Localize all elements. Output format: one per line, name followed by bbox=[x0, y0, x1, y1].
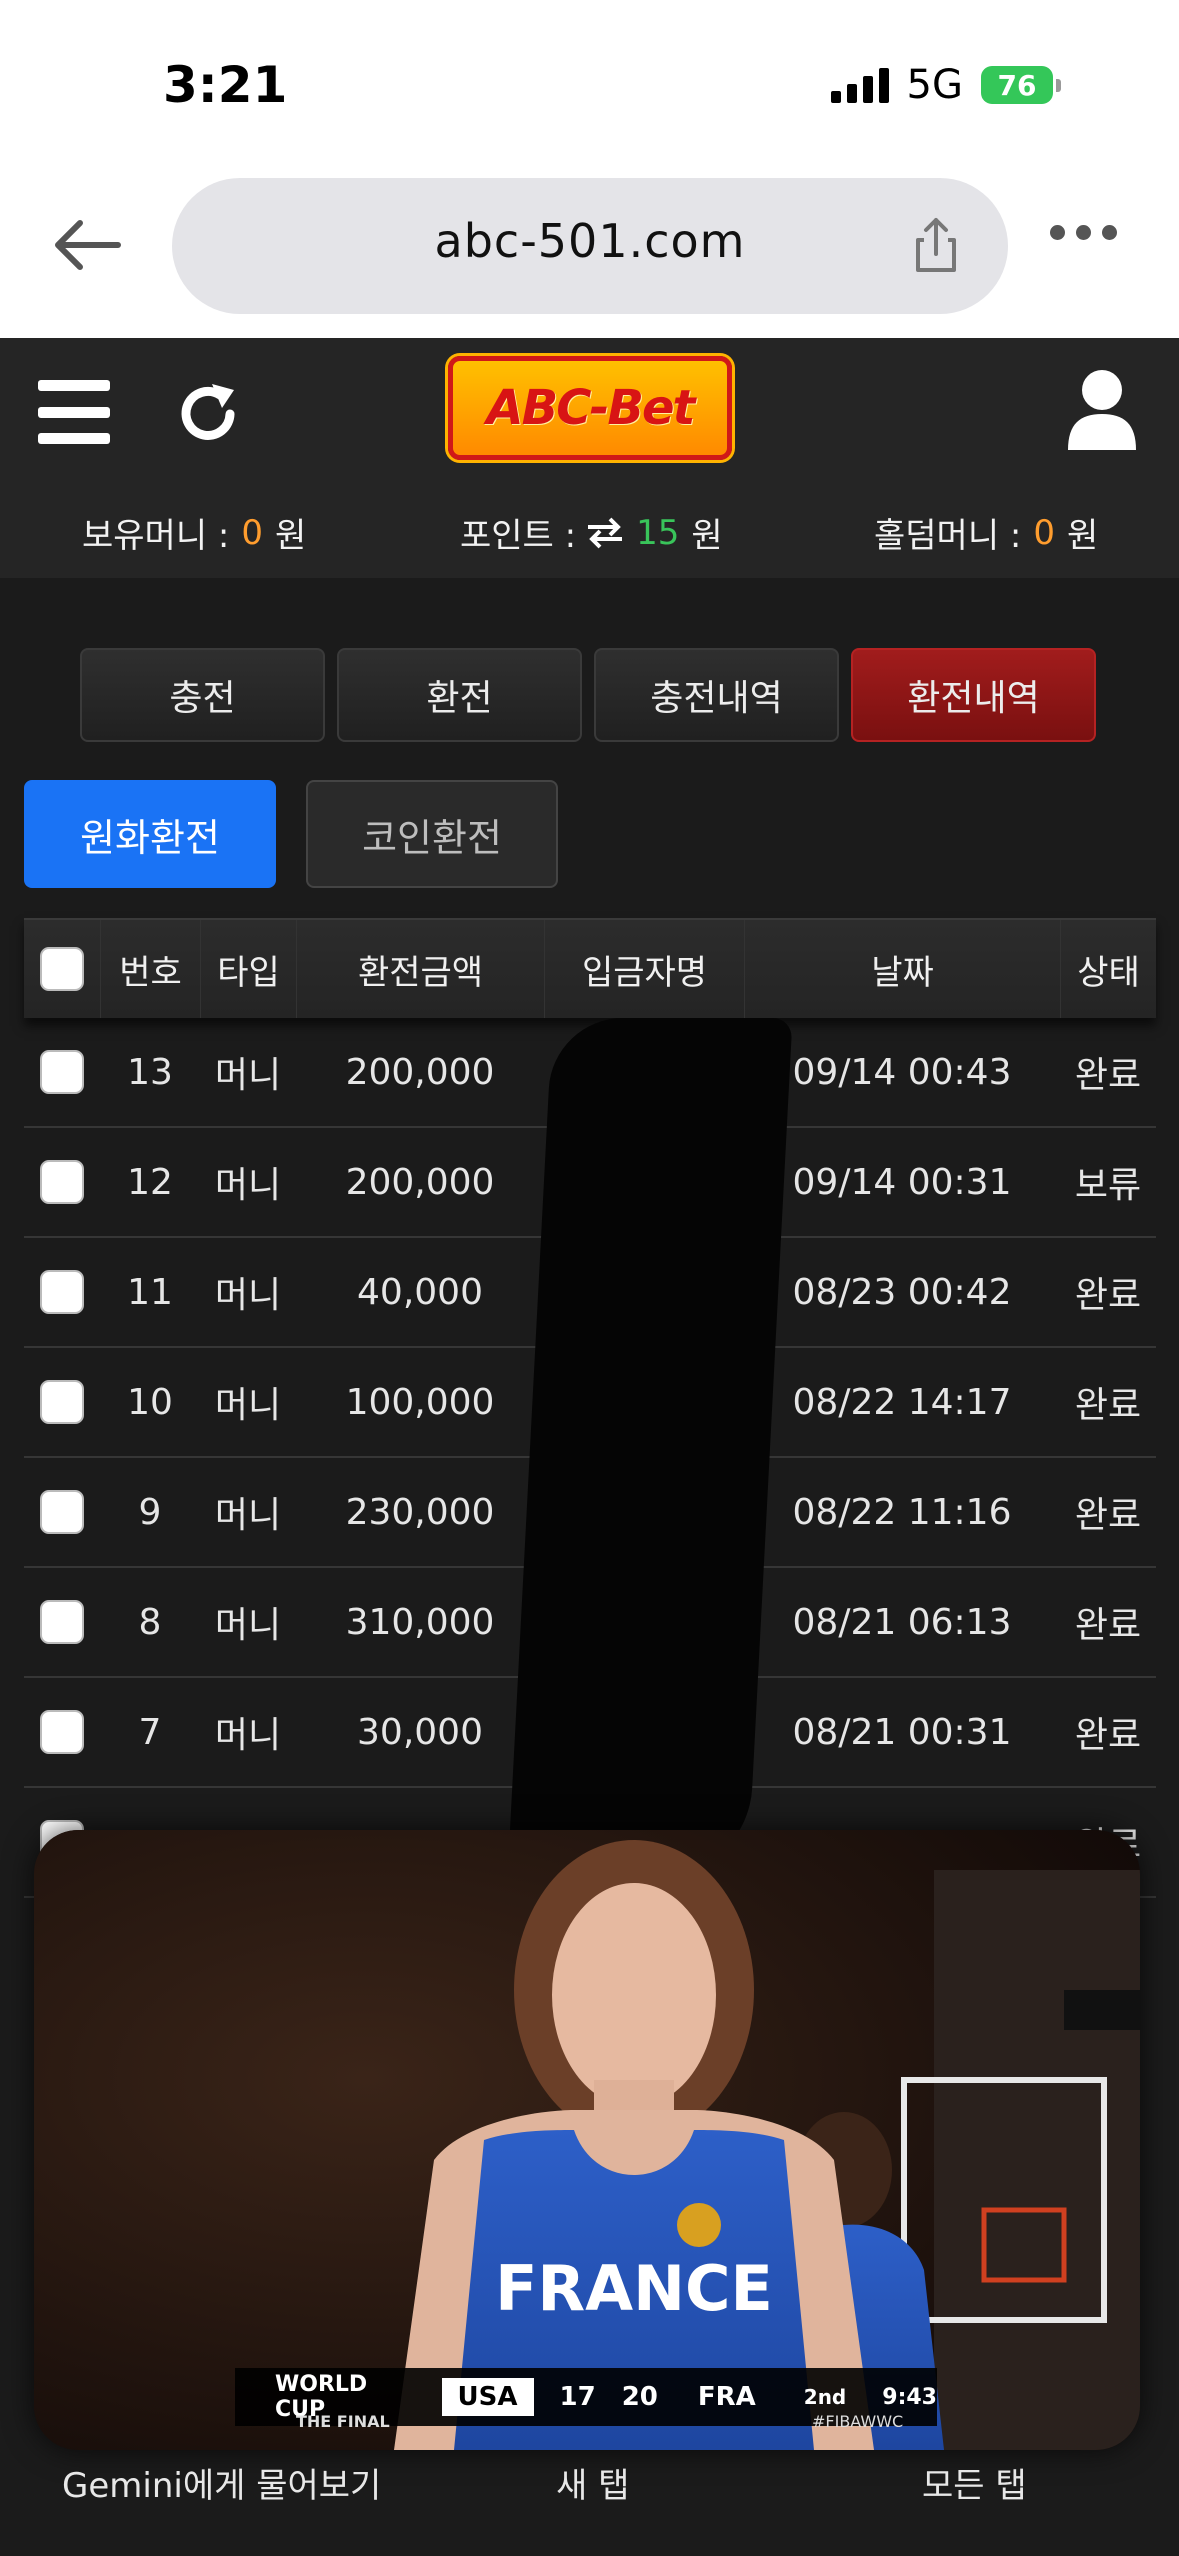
row-amount: 40,000 bbox=[357, 1271, 483, 1313]
row-type: 머니 bbox=[214, 1165, 282, 1206]
row-date: 09/14 00:31 bbox=[792, 1161, 1012, 1203]
period-label: 2nd bbox=[803, 2385, 847, 2409]
row-amount: 200,000 bbox=[345, 1161, 495, 1203]
event-subtitle: THE FINAL bbox=[296, 2412, 390, 2431]
row-number: 8 bbox=[138, 1601, 162, 1643]
row-checkbox[interactable] bbox=[40, 1270, 84, 1314]
tab-bar: 충전 환전 충전내역 환전내역 bbox=[80, 648, 1096, 742]
coin-withdraw-button[interactable]: 코인환전 bbox=[306, 780, 558, 888]
row-type: 머니 bbox=[214, 1605, 282, 1646]
row-type: 머니 bbox=[214, 1385, 282, 1426]
row-status: 완료 bbox=[1074, 1605, 1142, 1646]
row-status: 보류 bbox=[1074, 1165, 1142, 1206]
all-tabs-button[interactable]: 모든 탭 bbox=[922, 2458, 1027, 2507]
row-amount: 310,000 bbox=[345, 1601, 495, 1643]
row-date: 08/23 00:42 bbox=[792, 1271, 1012, 1313]
row-date: 08/21 06:13 bbox=[792, 1601, 1012, 1643]
cash-balance: 보유머니 :0원 bbox=[82, 512, 307, 557]
row-checkbox[interactable] bbox=[40, 1380, 84, 1424]
address-bar[interactable]: abc-501.com bbox=[172, 178, 1008, 314]
battery-level: 76 bbox=[981, 66, 1053, 104]
row-number: 7 bbox=[138, 1711, 162, 1753]
row-checkbox[interactable] bbox=[40, 1710, 84, 1754]
event-hashtag: #FIBAWWC bbox=[812, 2412, 904, 2431]
back-arrow-icon[interactable] bbox=[48, 210, 124, 280]
header-number: 번호 bbox=[100, 920, 200, 1018]
row-checkbox[interactable] bbox=[40, 1160, 84, 1204]
url-text: abc-501.com bbox=[434, 214, 746, 268]
row-date: 08/22 14:17 bbox=[792, 1381, 1012, 1423]
row-number: 10 bbox=[127, 1381, 173, 1423]
pip-video-player[interactable]: FRANCE bbox=[34, 1830, 1140, 2450]
row-amount: 230,000 bbox=[345, 1491, 495, 1533]
header-status: 상태 bbox=[1060, 920, 1156, 1018]
row-checkbox[interactable] bbox=[40, 1490, 84, 1534]
signal-icon bbox=[830, 67, 889, 103]
exchange-icon[interactable] bbox=[586, 517, 624, 549]
krw-withdraw-button[interactable]: 원화환전 bbox=[24, 780, 276, 888]
row-number: 9 bbox=[138, 1491, 162, 1533]
sub-tab-bar: 원화환전 코인환전 bbox=[24, 780, 558, 888]
status-indicators: 5G 76 bbox=[830, 62, 1061, 108]
row-amount: 30,000 bbox=[357, 1711, 483, 1753]
row-number: 13 bbox=[127, 1051, 173, 1093]
point-balance[interactable]: 포인트 : 15 원 bbox=[460, 508, 723, 557]
tab-withdraw-history[interactable]: 환전내역 bbox=[851, 648, 1096, 742]
row-status: 완료 bbox=[1074, 1055, 1142, 1096]
header-depositor: 입금자명 bbox=[544, 920, 744, 1018]
tab-withdraw[interactable]: 환전 bbox=[337, 648, 582, 742]
row-number: 12 bbox=[127, 1161, 173, 1203]
refresh-icon[interactable] bbox=[174, 378, 244, 448]
user-icon[interactable] bbox=[1066, 368, 1138, 452]
browser-chrome: 3:21 5G 76 abc-501.com bbox=[0, 0, 1179, 338]
jersey-text: FRANCE bbox=[495, 2252, 773, 2325]
row-status: 완료 bbox=[1074, 1715, 1142, 1756]
row-number: 11 bbox=[127, 1271, 173, 1313]
more-options-icon[interactable] bbox=[1050, 225, 1117, 240]
row-type: 머니 bbox=[214, 1055, 282, 1096]
site-logo[interactable]: ABC-Bet bbox=[448, 356, 732, 460]
redaction-mark bbox=[507, 1018, 793, 1878]
header-date: 날짜 bbox=[744, 920, 1060, 1018]
row-type: 머니 bbox=[214, 1495, 282, 1536]
row-status: 완료 bbox=[1074, 1385, 1142, 1426]
header-amount: 환전금액 bbox=[296, 920, 544, 1018]
site-header: ABC-Bet 보유머니 :0원 포인트 : 15 원 홀덤머니 :0원 bbox=[0, 338, 1179, 578]
team2-score: 20 bbox=[621, 2382, 658, 2412]
row-status: 완료 bbox=[1074, 1275, 1142, 1316]
row-type: 머니 bbox=[214, 1715, 282, 1756]
team1-label: USA bbox=[441, 2378, 534, 2416]
row-checkbox[interactable] bbox=[40, 1050, 84, 1094]
tab-deposit[interactable]: 충전 bbox=[80, 648, 325, 742]
row-type: 머니 bbox=[214, 1275, 282, 1316]
team1-score: 17 bbox=[559, 2382, 596, 2412]
row-status: 완료 bbox=[1074, 1495, 1142, 1536]
video-frame: FRANCE bbox=[34, 1830, 1140, 2450]
battery-icon: 76 bbox=[981, 66, 1061, 104]
game-clock: 9:43 bbox=[882, 2384, 937, 2410]
row-amount: 200,000 bbox=[345, 1051, 495, 1093]
share-icon[interactable] bbox=[904, 214, 968, 278]
team2-label: FRA bbox=[697, 2382, 756, 2412]
table-header: 번호 타입 환전금액 입금자명 날짜 상태 bbox=[24, 918, 1156, 1018]
tab-deposit-history[interactable]: 충전내역 bbox=[594, 648, 839, 742]
row-checkbox[interactable] bbox=[40, 1600, 84, 1644]
row-date: 08/21 00:31 bbox=[792, 1711, 1012, 1753]
hamburger-menu-icon[interactable] bbox=[38, 380, 110, 444]
ask-gemini-button[interactable]: Gemini에게 물어보기 bbox=[62, 2458, 381, 2507]
network-label: 5G bbox=[906, 62, 963, 108]
balance-bar: 보유머니 :0원 포인트 : 15 원 홀덤머니 :0원 bbox=[0, 508, 1179, 560]
header-type: 타입 bbox=[200, 920, 296, 1018]
holdem-balance: 홀덤머니 :0원 bbox=[874, 512, 1099, 557]
row-amount: 100,000 bbox=[345, 1381, 495, 1423]
new-tab-button[interactable]: 새 탭 bbox=[556, 2458, 629, 2507]
select-all-checkbox[interactable] bbox=[40, 947, 84, 991]
status-time: 3:21 bbox=[163, 56, 288, 114]
row-date: 08/22 11:16 bbox=[792, 1491, 1012, 1533]
